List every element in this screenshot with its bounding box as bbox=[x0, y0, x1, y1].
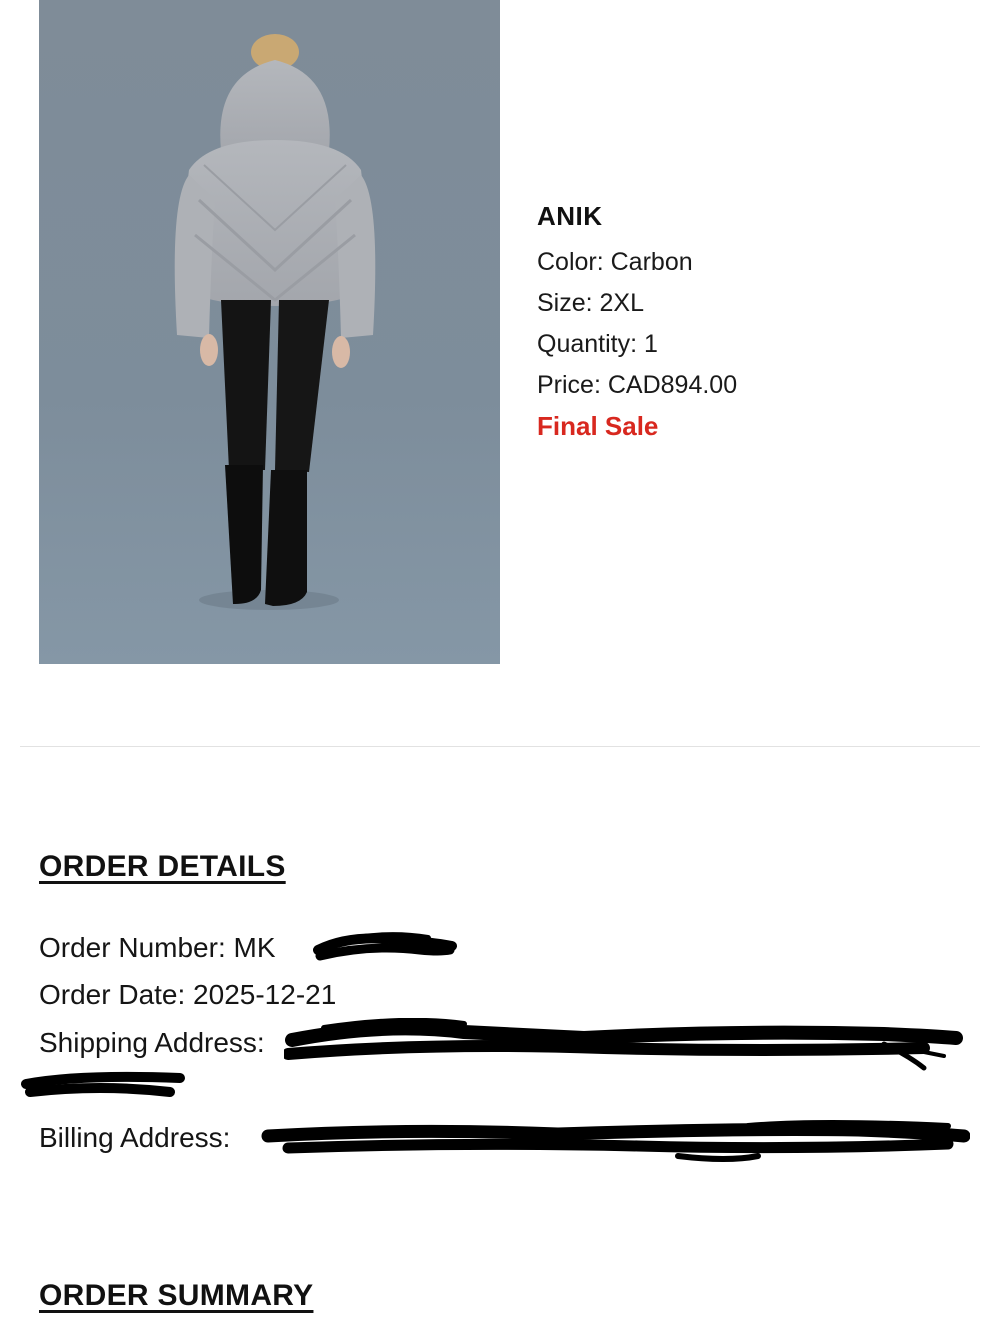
product-size: Size: 2XL bbox=[537, 289, 645, 317]
product-price: Price: CAD894.00 bbox=[537, 371, 738, 399]
product-quantity: Quantity: 1 bbox=[537, 330, 658, 358]
redaction-mark bbox=[310, 928, 460, 968]
product-info: ANIK Color: Carbon Size: 2XL Quantity: 1… bbox=[537, 200, 977, 446]
order-number: Order Number: MK bbox=[39, 932, 276, 963]
shipping-address-label: Shipping Address: bbox=[39, 1027, 265, 1058]
order-details-heading: ORDER DETAILS bbox=[39, 850, 286, 883]
redaction-mark bbox=[258, 1118, 970, 1168]
product-image[interactable] bbox=[39, 0, 500, 664]
redaction-mark bbox=[20, 1070, 190, 1104]
product-color: Color: Carbon bbox=[537, 248, 693, 276]
order-summary-heading: ORDER SUMMARY bbox=[39, 1279, 314, 1312]
final-sale-badge: Final Sale bbox=[537, 411, 659, 441]
fur-jacket-photo-icon bbox=[39, 0, 500, 664]
product-name[interactable]: ANIK bbox=[537, 200, 977, 232]
billing-address-label: Billing Address: bbox=[39, 1122, 231, 1153]
redaction-mark bbox=[284, 1018, 964, 1078]
order-date: Order Date: 2025-12-21 bbox=[39, 979, 337, 1010]
order-confirmation-page: ANIK Color: Carbon Size: 2XL Quantity: 1… bbox=[0, 0, 1000, 1333]
section-divider bbox=[20, 746, 980, 747]
